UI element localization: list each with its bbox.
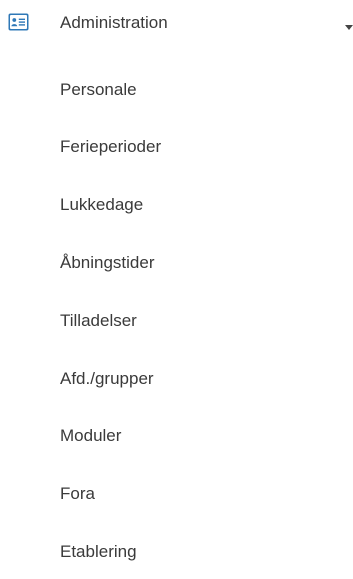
submenu-item-moduler[interactable]: Moduler — [60, 425, 121, 447]
sidebar-nav: Administration Personale Ferieperioder L… — [0, 0, 353, 579]
chevron-down-icon[interactable] — [345, 25, 353, 30]
submenu-item-personale[interactable]: Personale — [60, 79, 137, 101]
section-title: Administration — [60, 13, 168, 32]
submenu-item-abningstider[interactable]: Åbningstider — [60, 252, 155, 274]
submenu-item-tilladelser[interactable]: Tilladelser — [60, 310, 137, 332]
submenu-item-ferieperioder[interactable]: Ferieperioder — [60, 136, 161, 158]
submenu-item-etablering[interactable]: Etablering — [60, 541, 137, 563]
administration-section-header[interactable]: Administration — [0, 0, 353, 46]
id-card-icon — [8, 13, 29, 31]
submenu-item-fora[interactable]: Fora — [60, 483, 95, 505]
submenu-item-afd-grupper[interactable]: Afd./grupper — [60, 368, 154, 390]
submenu-item-lukkedage[interactable]: Lukkedage — [60, 194, 143, 216]
